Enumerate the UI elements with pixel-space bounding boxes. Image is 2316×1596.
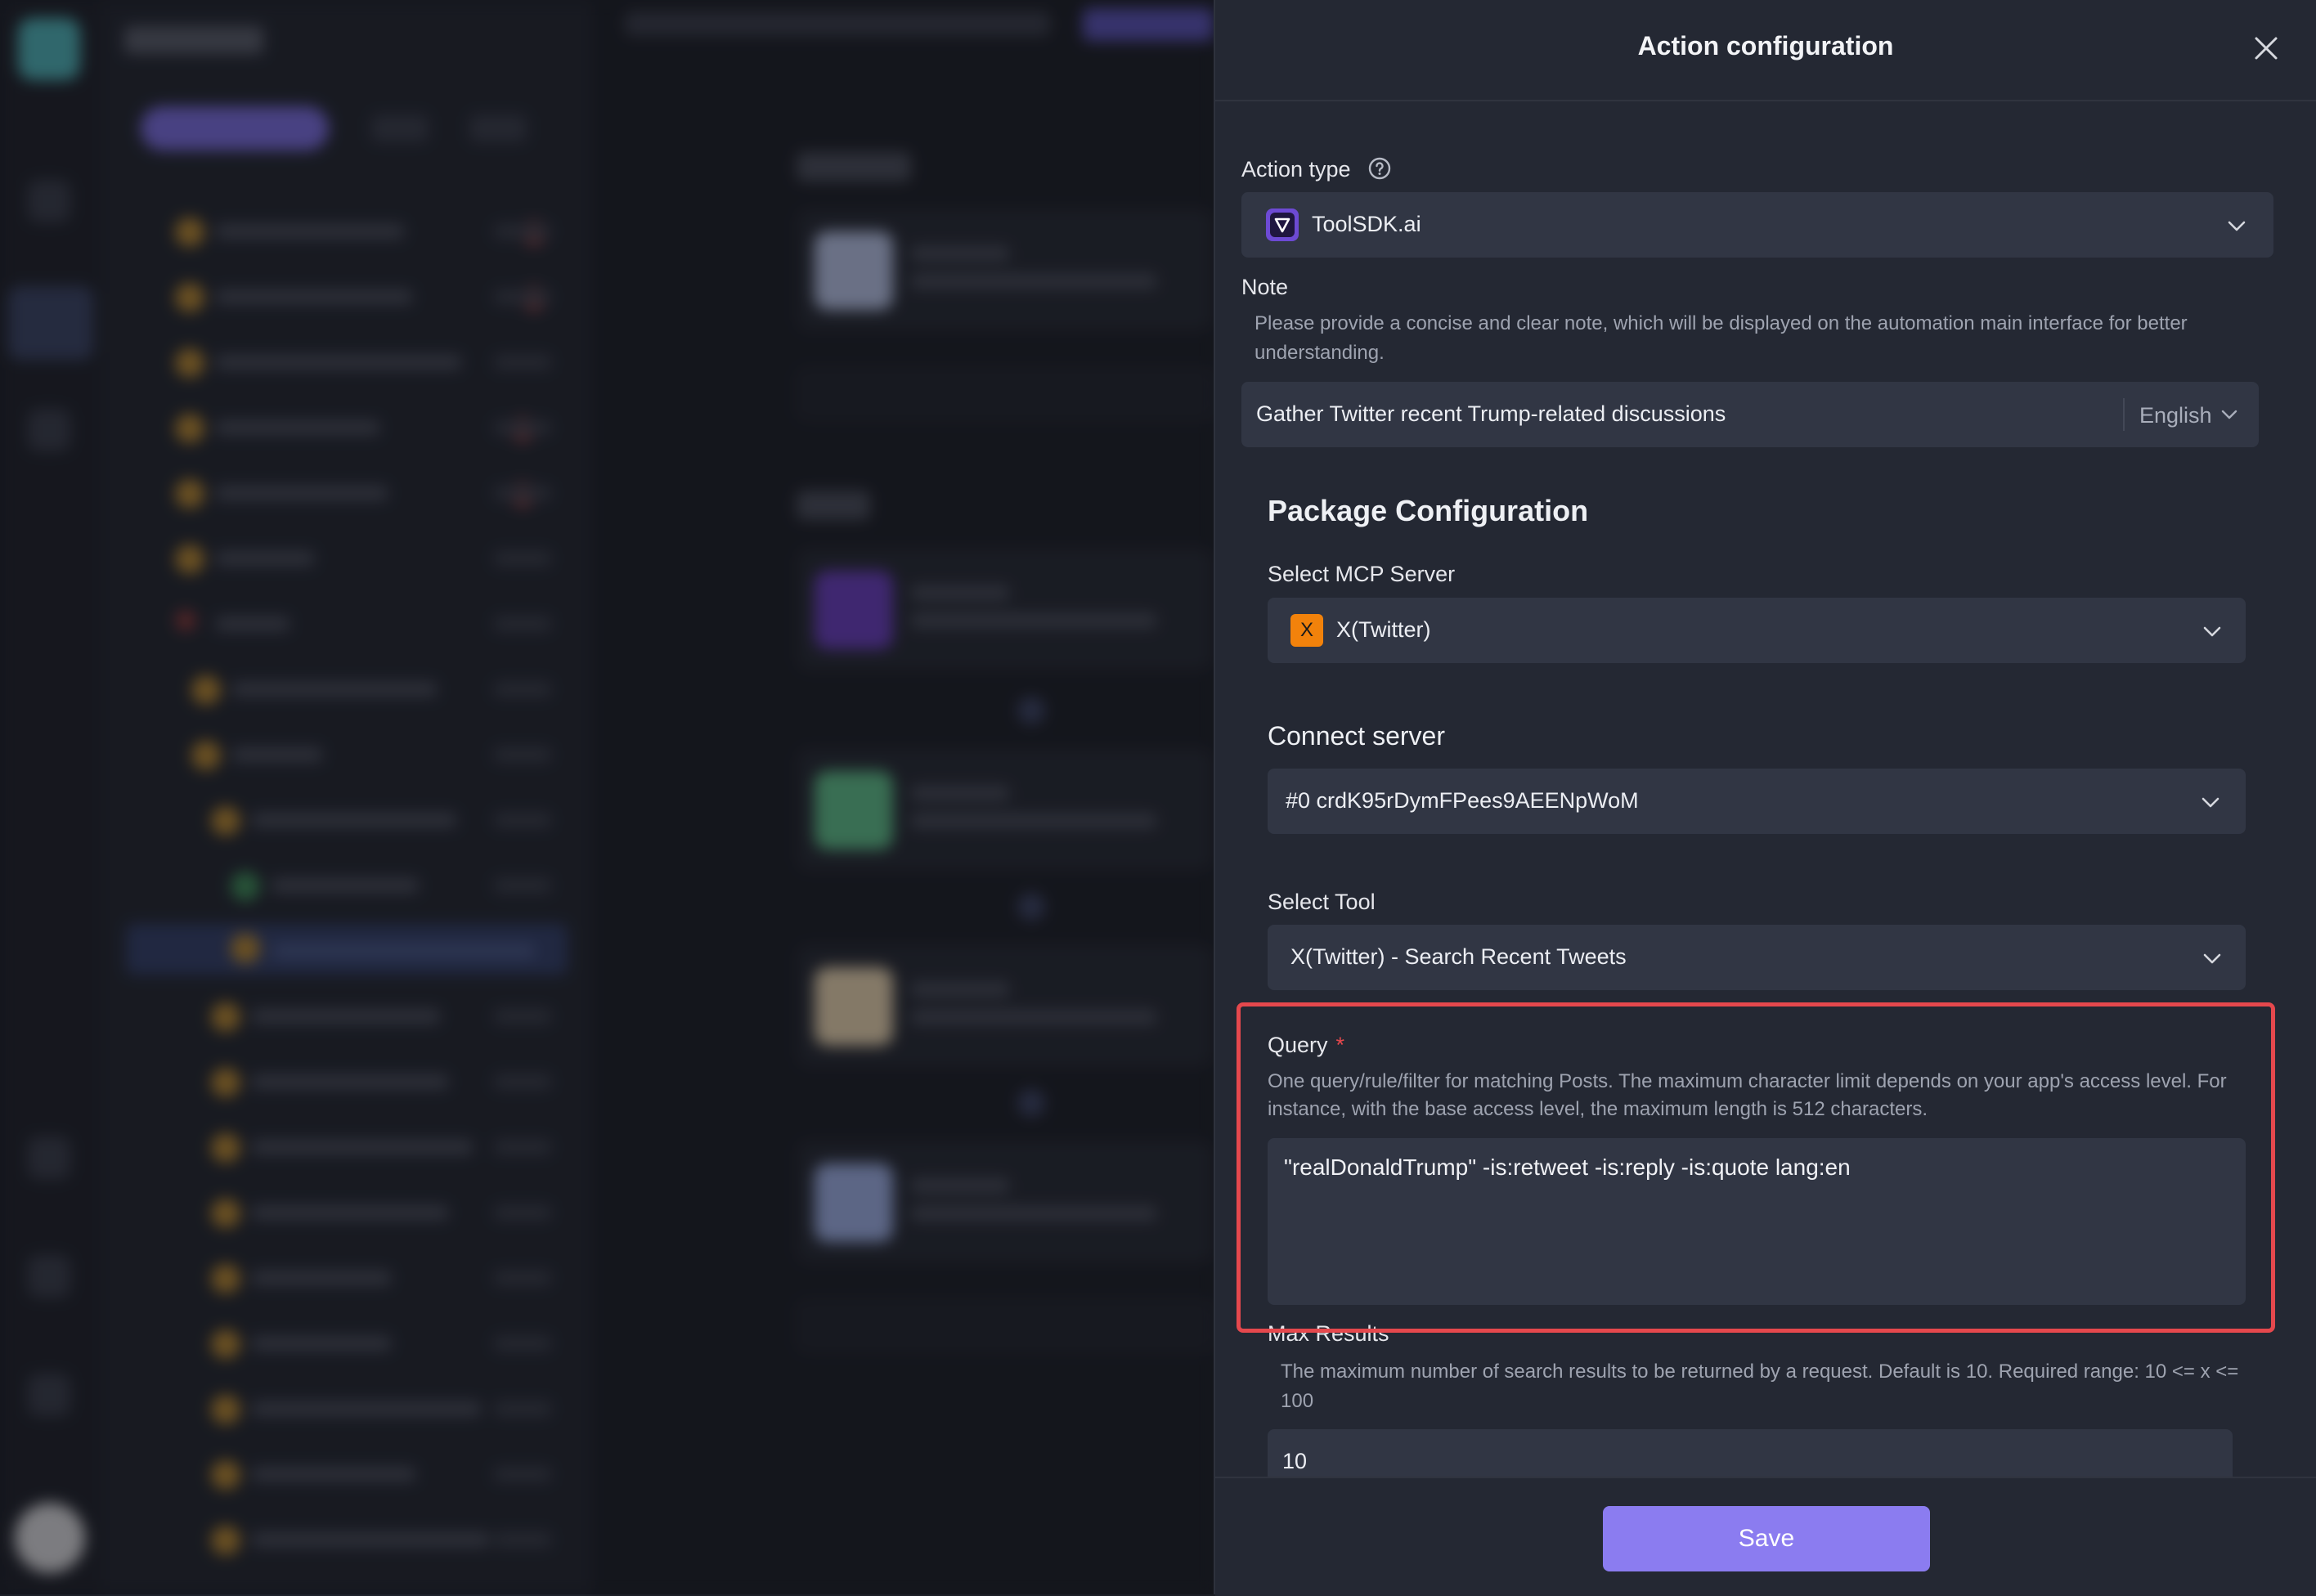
query-label-text: Query <box>1268 1033 1328 1057</box>
query-label: Query * <box>1268 1033 1344 1058</box>
required-mark: * <box>1335 1033 1345 1057</box>
query-textarea[interactable]: "realDonaldTrump" -is:retweet -is:reply … <box>1268 1138 2246 1305</box>
note-input[interactable]: Gather Twitter recent Trump-related disc… <box>1241 382 2259 447</box>
action-configuration-drawer: Action configuration Action type ToolSDK… <box>1214 0 2316 1596</box>
action-type-value: ToolSDK.ai <box>1312 212 1421 236</box>
save-button[interactable]: Save <box>1603 1506 1930 1571</box>
toolsdk-logo-icon <box>1266 208 1299 241</box>
close-icon <box>2255 37 2278 60</box>
language-select[interactable]: English <box>2123 398 2259 431</box>
drawer-footer: Save <box>1215 1477 2316 1596</box>
drawer-header: Action configuration <box>1215 0 2316 101</box>
note-value: Gather Twitter recent Trump-related disc… <box>1256 401 1726 426</box>
select-tool-label: Select Tool <box>1268 890 1376 914</box>
mcp-server-value: X(Twitter) <box>1336 617 1431 642</box>
mcp-server-label: Select MCP Server <box>1268 562 1456 586</box>
modal-overlay <box>0 0 1214 1594</box>
chevron-down-icon <box>2203 953 2221 964</box>
help-icon[interactable] <box>1367 156 1392 181</box>
note-label: Note <box>1241 275 1289 299</box>
action-type-label: Action type <box>1241 157 1351 182</box>
language-value: English <box>2139 403 2212 428</box>
max-results-label: Max Results <box>1268 1321 1389 1346</box>
close-button[interactable] <box>2247 29 2285 67</box>
note-description: Please provide a concise and clear note,… <box>1254 312 2188 364</box>
x-badge-icon: X <box>1290 614 1323 647</box>
chevron-down-icon <box>2203 626 2221 637</box>
query-value: "realDonaldTrump" -is:retweet -is:reply … <box>1284 1154 1851 1180</box>
chevron-down-icon <box>2221 410 2237 419</box>
connect-server-heading: Connect server <box>1268 721 1445 751</box>
select-tool-value: X(Twitter) - Search Recent Tweets <box>1290 944 1627 969</box>
drawer-title: Action configuration <box>1637 31 1894 61</box>
mcp-server-select[interactable]: X X(Twitter) <box>1268 598 2246 663</box>
max-results-value: 10 <box>1282 1449 1308 1473</box>
query-description: One query/rule/filter for matching Posts… <box>1268 1070 2227 1120</box>
connect-server-value: #0 crdK95rDymFPees9AEENpWoM <box>1286 788 1639 813</box>
chevron-down-icon <box>2228 221 2246 231</box>
connect-server-select[interactable]: #0 crdK95rDymFPees9AEENpWoM <box>1268 769 2246 834</box>
chevron-down-icon <box>2202 797 2220 808</box>
action-type-select[interactable]: ToolSDK.ai <box>1241 192 2273 258</box>
package-configuration-heading: Package Configuration <box>1268 494 1589 527</box>
select-tool-select[interactable]: X(Twitter) - Search Recent Tweets <box>1268 925 2246 990</box>
max-results-description: The maximum number of search results to … <box>1281 1361 2239 1412</box>
